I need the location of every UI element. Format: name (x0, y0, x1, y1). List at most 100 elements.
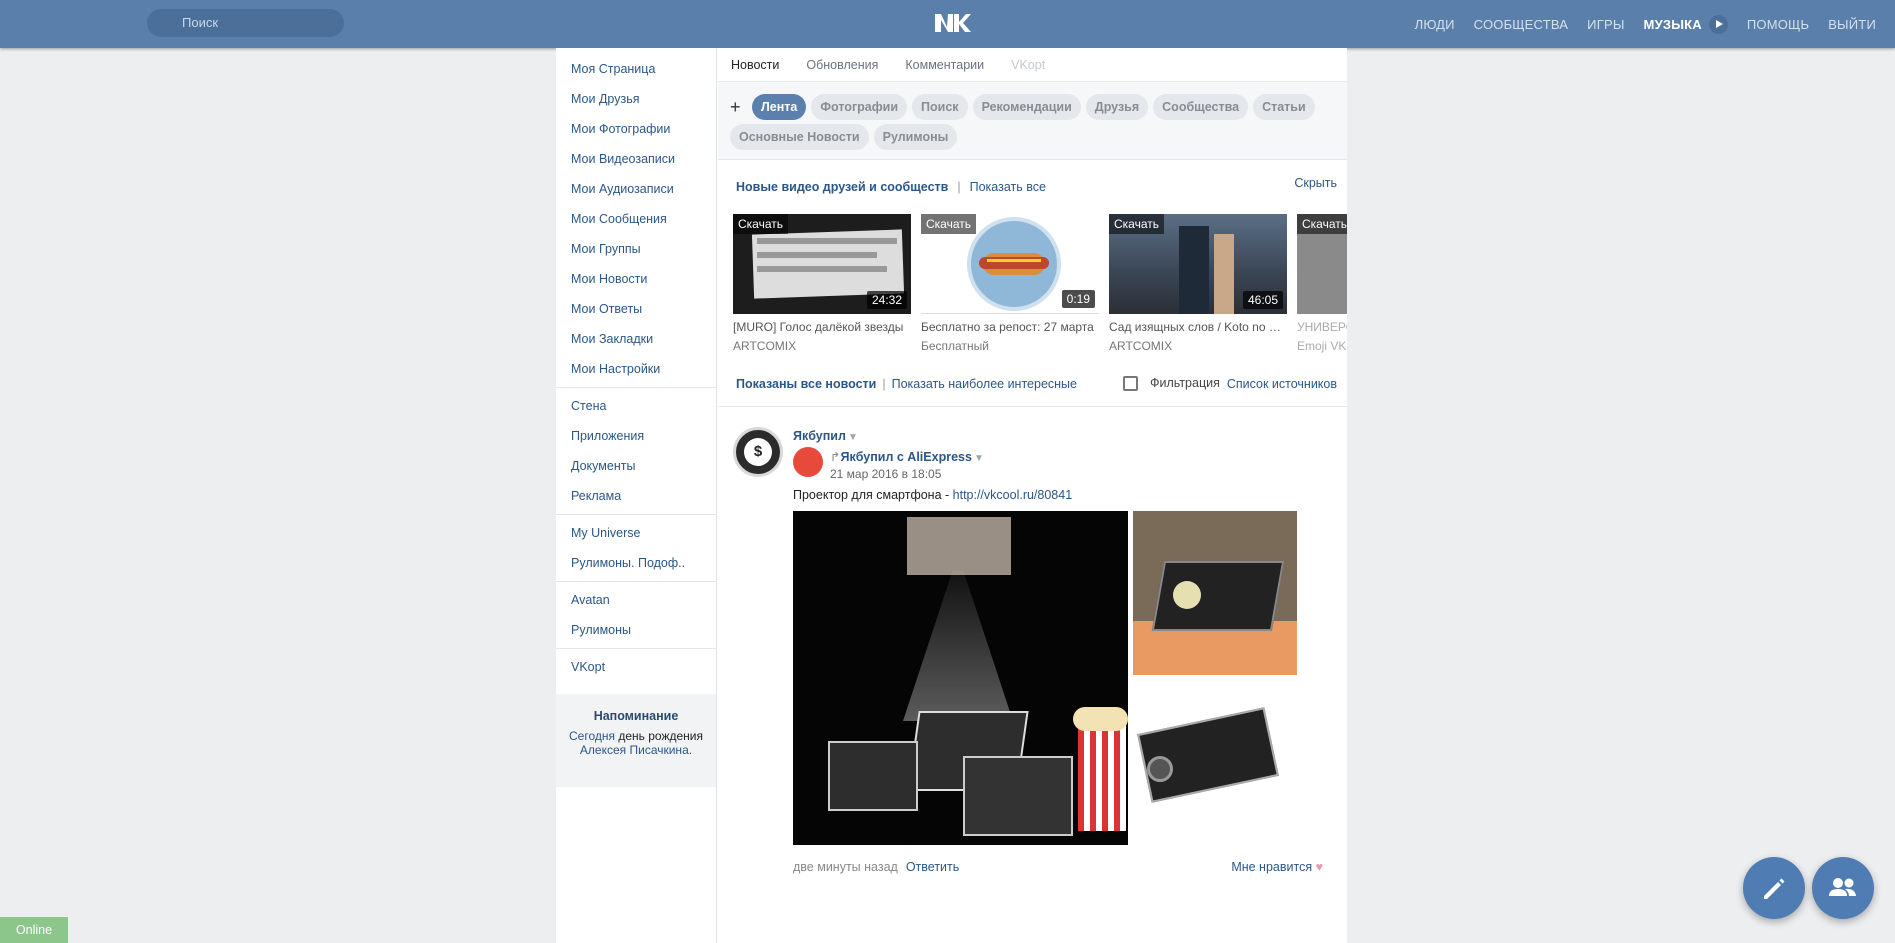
filter-articles[interactable]: Статьи (1253, 94, 1315, 120)
play-icon[interactable] (1708, 14, 1728, 34)
video-author[interactable]: Бесплатный (921, 339, 1099, 353)
tab-comments[interactable]: Комментарии (905, 58, 984, 72)
filter-search[interactable]: Поиск (912, 94, 968, 120)
download-button[interactable]: Скачать (921, 214, 976, 234)
video-author[interactable]: ARTCOMIX (733, 339, 911, 353)
video-title[interactable]: УНИВЕРСИТЕТ (1297, 320, 1347, 334)
like-button[interactable]: Мне нравится ♥ (1231, 860, 1323, 874)
repost-source[interactable]: ↱Якбупил с AliExpress ▼ (830, 449, 984, 464)
lens-shape (1173, 581, 1201, 609)
sidebar-item-answers[interactable]: Мои Ответы (556, 294, 716, 324)
heart-icon[interactable]: ♥ (1316, 860, 1323, 874)
sidebar-item-friends[interactable]: Мои Друзья (556, 84, 716, 114)
video-thumbnail[interactable]: Скачать (1297, 214, 1347, 314)
sidebar-item-videos[interactable]: Мои Видеозаписи (556, 144, 716, 174)
sidebar-item-groups[interactable]: Мои Группы (556, 234, 716, 264)
filter-feed[interactable]: Лента (752, 94, 807, 120)
filter-rulimony[interactable]: Рулимоны (873, 124, 958, 150)
nav-games[interactable]: ИГРЫ (1587, 17, 1624, 32)
post-time-ago[interactable]: две минуты назад (793, 860, 898, 874)
sidebar-item-news[interactable]: Мои Новости (556, 264, 716, 294)
nav-help[interactable]: ПОМОЩЬ (1747, 17, 1809, 32)
video-author[interactable]: Emoji VK (1297, 339, 1347, 353)
video-card[interactable]: Скачать УНИВЕРСИТЕТ Emoji VK (1297, 214, 1347, 353)
search-input[interactable]: Поиск (147, 9, 344, 37)
sidebar-item-wall[interactable]: Стена (556, 391, 716, 421)
sidebar-item-apps[interactable]: Приложения (556, 421, 716, 451)
sidebar-item-documents[interactable]: Документы (556, 451, 716, 481)
sidebar-item-my-universe[interactable]: My Universe (556, 518, 716, 548)
video-card[interactable]: Скачать 46:05 Сад изящных слов / Koto no… (1109, 214, 1287, 353)
reminder-today-link[interactable]: Сегодня (569, 729, 615, 743)
video-title[interactable]: [MURO] Голос далёкой звезды (733, 320, 911, 334)
dropdown-arrow-icon[interactable]: ▼ (848, 432, 858, 443)
figure-shape (1214, 234, 1234, 314)
add-list-icon[interactable]: + (730, 97, 748, 118)
hide-videos-link[interactable]: Скрыть (1294, 176, 1337, 190)
sources-list-link[interactable]: Список источников (1227, 377, 1337, 391)
post-date[interactable]: 21 мар 2016 в 18:05 (830, 467, 941, 481)
nav-logout[interactable]: ВЫЙТИ (1828, 17, 1876, 32)
lens-shape (1147, 756, 1173, 782)
nav-music[interactable]: МУЗЫКА (1644, 17, 1702, 32)
download-button[interactable]: Скачать (733, 214, 788, 234)
sidebar-item-settings[interactable]: Мои Настройки (556, 354, 716, 384)
post-photo-main[interactable] (793, 511, 1128, 845)
sidebar-item-bookmarks[interactable]: Мои Закладки (556, 324, 716, 354)
video-title[interactable]: Сад изящных слов / Koto no ha no niwa (1109, 320, 1287, 334)
sidebar-item-photos[interactable]: Мои Фотографии (556, 114, 716, 144)
tab-updates[interactable]: Обновления (806, 58, 878, 72)
post-link[interactable]: http://vkcool.ru/80841 (953, 488, 1073, 502)
reminder-person-link[interactable]: Алексея Писачкина. (580, 743, 692, 757)
video-thumbnail[interactable]: Скачать 46:05 (1109, 214, 1287, 314)
video-card[interactable]: Скачать 0:19 Бесплатно за репост: 27 мар… (921, 214, 1099, 353)
vk-logo-icon[interactable] (933, 11, 971, 35)
sidebar-item-rulimony-podof[interactable]: Рулимоны. Подоф.. (556, 548, 716, 578)
shown-all-news-link[interactable]: Показаны все новости (736, 377, 876, 391)
sidebar-item-messages[interactable]: Мои Сообщения (556, 204, 716, 234)
download-button[interactable]: Скачать (1109, 214, 1164, 234)
filter-checkbox[interactable] (1123, 376, 1138, 391)
sidebar-item-ads[interactable]: Реклама (556, 481, 716, 511)
filter-friends[interactable]: Друзья (1085, 94, 1149, 120)
nav-communities[interactable]: СООБЩЕСТВА (1474, 17, 1569, 32)
repost-source-name[interactable]: Якбупил с AliExpress (840, 450, 971, 464)
tab-news[interactable]: Новости (731, 58, 779, 72)
group-avatar[interactable] (793, 447, 823, 477)
hotdog-icon (967, 217, 1061, 311)
filter-communities[interactable]: Сообщества (1153, 94, 1249, 120)
post-author[interactable]: Якбупил ▼ (793, 429, 858, 443)
show-interesting-link[interactable]: Показать наиболее интересные (892, 377, 1077, 391)
video-title[interactable]: Бесплатно за репост: 27 марта (921, 320, 1099, 334)
tab-vkopt[interactable]: VKopt (1011, 58, 1045, 72)
post-photo[interactable] (1133, 680, 1297, 845)
filter-label[interactable]: Фильтрация (1150, 376, 1220, 390)
people-icon (1829, 878, 1856, 896)
download-button[interactable]: Скачать (1297, 214, 1347, 234)
videos-block-title[interactable]: Новые видео друзей и сообществ (736, 180, 948, 194)
video-author[interactable]: ARTCOMIX (1109, 339, 1287, 353)
projector-box-shape (828, 741, 918, 811)
reply-link[interactable]: Ответить (906, 860, 959, 874)
video-thumbnail[interactable]: Скачать 0:19 (921, 214, 1099, 314)
sidebar-item-audio[interactable]: Мои Аудиозаписи (556, 174, 716, 204)
dropdown-arrow-icon[interactable]: ▼ (974, 453, 984, 464)
video-thumbnail[interactable]: Скачать 24:32 (733, 214, 911, 314)
edit-fab-button[interactable] (1743, 857, 1805, 919)
sidebar-item-rulimony[interactable]: Рулимоны (556, 615, 716, 645)
like-label[interactable]: Мне нравится (1231, 860, 1312, 874)
author-name[interactable]: Якбупил (793, 429, 846, 443)
video-card[interactable]: Скачать 24:32 [MURO] Голос далёкой звезд… (733, 214, 911, 353)
friends-fab-button[interactable] (1812, 857, 1874, 919)
filter-main-news[interactable]: Основные Новости (730, 124, 869, 150)
sidebar-item-vkopt[interactable]: VKopt (556, 652, 716, 682)
sidebar-item-my-page[interactable]: Моя Страница (556, 54, 716, 84)
post-photo[interactable] (1133, 511, 1297, 675)
author-avatar[interactable]: $ (733, 427, 783, 477)
filter-recommendations[interactable]: Рекомендации (972, 94, 1081, 120)
projector-box-shape (963, 756, 1073, 836)
nav-people[interactable]: ЛЮДИ (1415, 17, 1455, 32)
filter-photos[interactable]: Фотографии (811, 94, 908, 120)
show-all-videos-link[interactable]: Показать все (970, 180, 1046, 194)
sidebar-item-avatan[interactable]: Avatan (556, 585, 716, 615)
